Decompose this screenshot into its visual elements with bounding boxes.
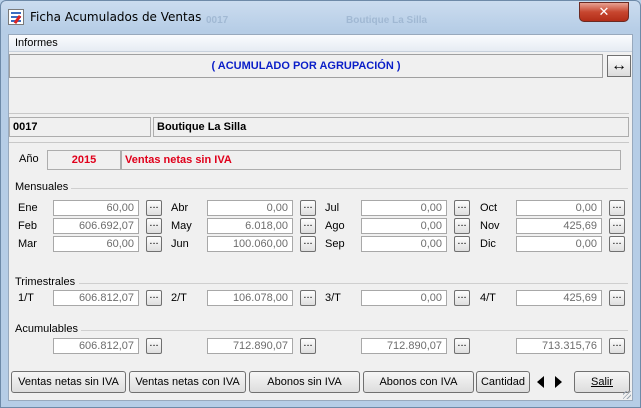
month-detail-button[interactable]: ... — [146, 236, 162, 252]
month-detail-button[interactable]: ... — [300, 236, 316, 252]
quarter-input[interactable]: 106.078,00 — [207, 290, 293, 306]
month-label: Oct — [480, 202, 498, 214]
separator — [9, 113, 629, 114]
month-label: Ene — [18, 202, 38, 214]
client-area: Informes ( ACUMULADO POR AGRUPACIÓN ) ↔ … — [8, 34, 633, 401]
cumulative-detail-button[interactable]: ... — [300, 338, 316, 354]
quarter-detail-button[interactable]: ... — [454, 290, 470, 306]
month-detail-button[interactable]: ... — [609, 200, 625, 216]
month-input[interactable]: 425,69 — [516, 218, 602, 234]
month-detail-button[interactable]: ... — [454, 236, 470, 252]
month-input[interactable]: 0,00 — [361, 218, 447, 234]
ventas-sin-iva-button[interactable]: Ventas netas sin IVA — [11, 371, 126, 393]
trimestrales-title: Trimestrales — [15, 276, 76, 288]
cumulative-input[interactable]: 712.890,07 — [361, 338, 447, 354]
cumulative-input[interactable]: 713.315,76 — [516, 338, 602, 354]
year-value: 2015 — [47, 150, 121, 170]
month-detail-button[interactable]: ... — [454, 218, 470, 234]
month-detail-button[interactable]: ... — [300, 200, 316, 216]
resize-grip[interactable] — [623, 391, 631, 399]
quarter-input[interactable]: 606.812,07 — [53, 290, 139, 306]
cumulative-input[interactable]: 606.812,07 — [53, 338, 139, 354]
expand-button[interactable]: ↔ — [607, 55, 631, 77]
month-label: Abr — [171, 202, 189, 214]
month-label: Feb — [18, 220, 37, 232]
quarter-label: 2/T — [171, 292, 187, 304]
quarter-detail-button[interactable]: ... — [609, 290, 625, 306]
quarter-detail-button[interactable]: ... — [300, 290, 316, 306]
title-ghost-code: 0017 — [206, 15, 229, 26]
quarter-input[interactable]: 0,00 — [361, 290, 447, 306]
arrow-left-icon — [537, 376, 544, 388]
title-bar[interactable]: Ficha Acumulados de Ventas 0017 Boutique… — [1, 1, 640, 31]
month-input[interactable]: 0,00 — [516, 236, 602, 252]
cumulative-detail-button[interactable]: ... — [609, 338, 625, 354]
abonos-sin-iva-button[interactable]: Abonos sin IVA — [249, 371, 360, 393]
month-input[interactable]: 0,00 — [516, 200, 602, 216]
ventas-con-iva-button[interactable]: Ventas netas con IVA — [129, 371, 246, 393]
month-input[interactable]: 0,00 — [361, 200, 447, 216]
app-icon — [8, 9, 24, 25]
group-line — [79, 283, 628, 284]
left-right-arrow-icon: ↔ — [611, 57, 627, 74]
month-detail-button[interactable]: ... — [146, 218, 162, 234]
arrow-right-icon — [555, 376, 562, 388]
month-detail-button[interactable]: ... — [609, 236, 625, 252]
mensuales-title: Mensuales — [15, 181, 69, 193]
month-label: Nov — [480, 220, 500, 232]
abonos-con-iva-button[interactable]: Abonos con IVA — [363, 371, 474, 393]
quarter-label: 1/T — [18, 292, 34, 304]
cantidad-button[interactable]: Cantidad — [476, 371, 530, 393]
window: Ficha Acumulados de Ventas 0017 Boutique… — [0, 0, 641, 408]
window-title: Ficha Acumulados de Ventas — [30, 10, 202, 24]
month-input[interactable]: 100.060,00 — [207, 236, 293, 252]
quarter-detail-button[interactable]: ... — [146, 290, 162, 306]
group-line — [81, 330, 628, 331]
month-label: May — [171, 220, 192, 232]
group-name: Boutique La Silla — [153, 117, 629, 137]
month-input[interactable]: 60,00 — [53, 236, 139, 252]
quarter-label: 3/T — [325, 292, 341, 304]
group-code: 0017 — [9, 117, 151, 137]
quarter-input[interactable]: 425,69 — [516, 290, 602, 306]
quarter-label: 4/T — [480, 292, 496, 304]
close-button[interactable]: ✕ — [579, 2, 629, 22]
month-detail-button[interactable]: ... — [146, 200, 162, 216]
close-icon: ✕ — [598, 4, 610, 19]
salir-button[interactable]: Salir — [574, 371, 630, 393]
year-description: Ventas netas sin IVA — [121, 150, 621, 170]
separator — [9, 142, 629, 143]
month-input[interactable]: 606.692,07 — [53, 218, 139, 234]
month-label: Jun — [171, 238, 189, 250]
month-detail-button[interactable]: ... — [454, 200, 470, 216]
cumulative-input[interactable]: 712.890,07 — [207, 338, 293, 354]
cumulative-detail-button[interactable]: ... — [454, 338, 470, 354]
previous-button[interactable] — [535, 371, 550, 393]
month-label: Mar — [18, 238, 37, 250]
banner-title: ( ACUMULADO POR AGRUPACIÓN ) — [9, 54, 603, 78]
month-input[interactable]: 0,00 — [207, 200, 293, 216]
title-ghost-name: Boutique La Silla — [346, 15, 428, 26]
month-input[interactable]: 6.018,00 — [207, 218, 293, 234]
month-detail-button[interactable]: ... — [300, 218, 316, 234]
month-label: Ago — [325, 220, 345, 232]
month-label: Sep — [325, 238, 345, 250]
next-button[interactable] — [551, 371, 566, 393]
acumulables-title: Acumulables — [15, 323, 78, 335]
month-input[interactable]: 0,00 — [361, 236, 447, 252]
month-input[interactable]: 60,00 — [53, 200, 139, 216]
month-label: Jul — [325, 202, 340, 214]
menu-informes[interactable]: Informes — [15, 37, 58, 49]
month-label: Dic — [480, 238, 496, 250]
month-detail-button[interactable]: ... — [609, 218, 625, 234]
menu-bar: Informes — [9, 35, 632, 52]
year-label: Año — [19, 153, 39, 165]
group-line — [71, 188, 628, 189]
cumulative-detail-button[interactable]: ... — [146, 338, 162, 354]
